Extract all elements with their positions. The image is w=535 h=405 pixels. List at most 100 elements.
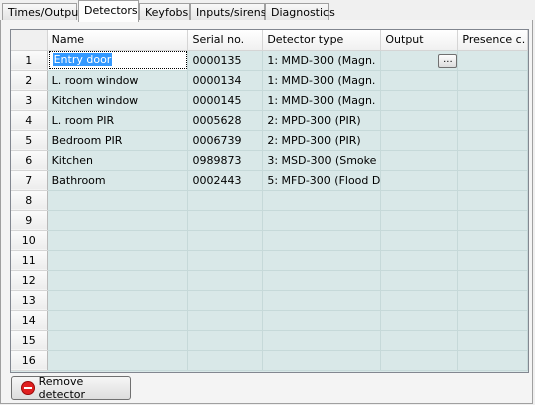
column-header-presence[interactable]: Presence c. <box>457 30 528 51</box>
tab-inputs-sirens[interactable]: Inputs/sirens <box>190 3 266 20</box>
row-header[interactable]: 13 <box>11 290 48 311</box>
presence-cell[interactable] <box>457 110 528 131</box>
serial-cell[interactable]: 0989873 <box>187 150 264 171</box>
output-cell[interactable] <box>380 70 459 91</box>
presence-cell[interactable] <box>457 190 528 211</box>
tab-detectors[interactable]: Detectors <box>78 0 139 22</box>
name-cell[interactable] <box>47 330 189 351</box>
detector-type-cell[interactable] <box>262 350 382 371</box>
serial-cell[interactable] <box>187 290 264 311</box>
presence-cell[interactable] <box>457 170 528 191</box>
presence-cell[interactable] <box>457 230 528 251</box>
output-cell[interactable] <box>380 110 459 131</box>
presence-cell[interactable] <box>457 270 528 291</box>
name-cell[interactable]: Kitchen window <box>47 90 189 111</box>
output-cell[interactable] <box>380 330 459 351</box>
detector-type-cell[interactable]: 1: MMD-300 (Magn. <box>262 70 382 91</box>
detector-type-cell[interactable]: 2: MPD-300 (PIR) <box>262 110 382 131</box>
output-cell[interactable] <box>380 170 459 191</box>
serial-cell[interactable] <box>187 350 264 371</box>
row-header[interactable]: 11 <box>11 250 48 271</box>
detector-grid[interactable]: Name Serial no. Detector type Output Pre… <box>10 29 529 373</box>
serial-cell[interactable]: 0002443 <box>187 170 264 191</box>
table-row[interactable]: 7 Bathroom 0002443 5: MFD-300 (Flood D <box>11 170 528 191</box>
output-browse-button[interactable]: ... <box>438 53 457 68</box>
detector-type-cell[interactable] <box>262 290 382 311</box>
name-cell[interactable]: Bathroom <box>47 170 189 191</box>
output-cell[interactable] <box>380 230 459 251</box>
detector-type-cell[interactable]: 2: MPD-300 (PIR) <box>262 130 382 151</box>
serial-cell[interactable] <box>187 310 264 331</box>
column-header-name[interactable]: Name <box>47 30 189 51</box>
presence-cell[interactable] <box>457 70 528 91</box>
table-row[interactable]: 15 <box>11 330 528 351</box>
row-header[interactable]: 15 <box>11 330 48 351</box>
name-cell[interactable] <box>47 210 189 231</box>
table-row[interactable]: 8 <box>11 190 528 211</box>
table-row[interactable]: 1 Entry door 0000135 1: MMD-300 (Magn.... <box>11 50 528 71</box>
row-header[interactable]: 1 <box>11 50 48 71</box>
name-cell-selected[interactable]: Entry door <box>47 50 189 71</box>
row-header[interactable]: 16 <box>11 350 48 371</box>
name-cell[interactable]: Kitchen <box>47 150 189 171</box>
serial-cell[interactable] <box>187 210 264 231</box>
output-cell[interactable] <box>380 210 459 231</box>
table-row[interactable]: 12 <box>11 270 528 291</box>
presence-cell[interactable] <box>457 310 528 331</box>
tab-keyfobs[interactable]: Keyfobs <box>139 3 190 20</box>
detector-type-cell[interactable] <box>262 230 382 251</box>
serial-cell[interactable]: 0005628 <box>187 110 264 131</box>
detector-type-cell[interactable] <box>262 210 382 231</box>
presence-cell[interactable] <box>457 150 528 171</box>
output-cell[interactable] <box>380 350 459 371</box>
row-header[interactable]: 8 <box>11 190 48 211</box>
serial-cell[interactable]: 0000145 <box>187 90 264 111</box>
output-cell[interactable] <box>380 290 459 311</box>
detector-type-cell[interactable] <box>262 330 382 351</box>
output-cell[interactable] <box>380 130 459 151</box>
table-row[interactable]: 10 <box>11 230 528 251</box>
output-cell[interactable] <box>380 90 459 111</box>
serial-cell[interactable] <box>187 190 264 211</box>
name-cell[interactable]: Bedroom PIR <box>47 130 189 151</box>
serial-cell[interactable] <box>187 330 264 351</box>
output-cell[interactable] <box>380 150 459 171</box>
row-header[interactable]: 12 <box>11 270 48 291</box>
table-row[interactable]: 3 Kitchen window 0000145 1: MMD-300 (Magn. <box>11 90 528 111</box>
presence-cell[interactable] <box>457 130 528 151</box>
output-cell[interactable] <box>380 310 459 331</box>
column-header-serial[interactable]: Serial no. <box>187 30 264 51</box>
name-cell[interactable] <box>47 290 189 311</box>
name-cell[interactable] <box>47 230 189 251</box>
name-cell[interactable] <box>47 350 189 371</box>
output-cell[interactable]: ... <box>380 50 459 71</box>
table-row[interactable]: 14 <box>11 310 528 331</box>
presence-cell[interactable] <box>457 210 528 231</box>
output-cell[interactable] <box>380 250 459 271</box>
detector-type-cell[interactable] <box>262 250 382 271</box>
table-row[interactable]: 16 <box>11 350 528 371</box>
name-cell[interactable] <box>47 270 189 291</box>
remove-detector-button[interactable]: Remove detector <box>11 375 131 401</box>
table-row[interactable]: 2 L. room window 0000134 1: MMD-300 (Magn. <box>11 70 528 91</box>
serial-cell[interactable]: 0000134 <box>187 70 264 91</box>
serial-cell[interactable]: 0000135 <box>187 50 264 71</box>
output-cell[interactable] <box>380 190 459 211</box>
table-row[interactable]: 6 Kitchen 0989873 3: MSD-300 (Smoke <box>11 150 528 171</box>
row-header[interactable]: 10 <box>11 230 48 251</box>
table-row[interactable]: 13 <box>11 290 528 311</box>
presence-cell[interactable] <box>457 330 528 351</box>
presence-cell[interactable] <box>457 350 528 371</box>
row-header[interactable]: 2 <box>11 70 48 91</box>
tab-diagnostics[interactable]: Diagnostics <box>265 3 335 20</box>
row-header[interactable]: 9 <box>11 210 48 231</box>
column-header-detector-type[interactable]: Detector type <box>262 30 382 51</box>
column-header-output[interactable]: Output <box>380 30 459 51</box>
tab-times-outputs[interactable]: Times/Outpus <box>2 3 84 20</box>
serial-cell[interactable] <box>187 250 264 271</box>
serial-cell[interactable] <box>187 270 264 291</box>
row-header[interactable]: 3 <box>11 90 48 111</box>
table-row[interactable]: 4 L. room PIR 0005628 2: MPD-300 (PIR) <box>11 110 528 131</box>
row-header[interactable]: 4 <box>11 110 48 131</box>
output-cell[interactable] <box>380 270 459 291</box>
